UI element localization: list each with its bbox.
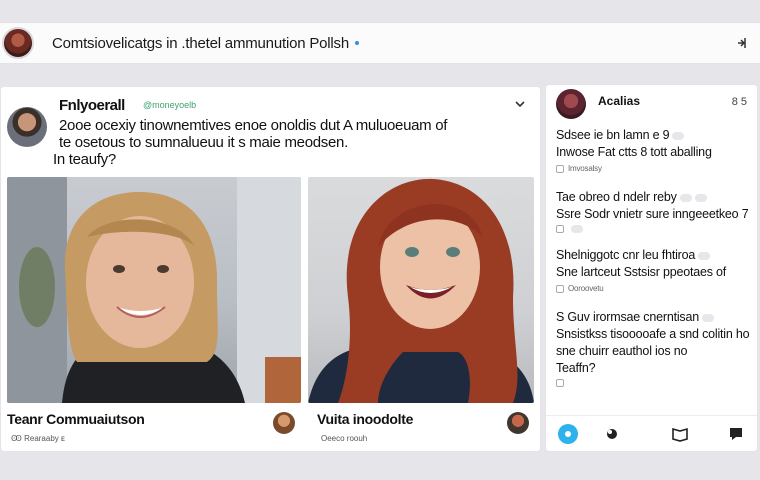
portrait-image [308,178,534,403]
image-icon [556,379,564,387]
post-body-line: te osetous to sumnalueuu it s maie meods… [59,134,348,151]
caption-subtitle: Ꙭ Rearaaby ᴇ [11,434,65,443]
post-author-avatar[interactable] [7,107,47,147]
comment-text: Ssre Sodr vnietr sure inngeeetkeo [556,207,739,221]
top-bar: Comtsiovelicatgs in .thetel ammunution P… [0,22,760,64]
comment-text: Sdsee ie bn lamn e 9 [556,128,670,142]
photo-caption-right: Vuita inoodolte Oeeco roouh [317,407,531,451]
reaction-icon[interactable] [701,313,714,322]
expand-icon[interactable] [736,37,748,49]
image-icon [556,225,564,233]
image-icon [556,285,564,293]
post-author-handle[interactable]: @moneyoelb [143,100,196,110]
caption-subtitle: Oeeco roouh [321,434,368,443]
comment-item[interactable]: Shelniggotc cnr leu fhtiroa Sne lartceut… [556,247,754,295]
comment-count: 8 5 [731,96,747,108]
comment-text: sne chuirr eauthol ios no [556,344,688,358]
avatar[interactable] [273,412,295,434]
post-body: 2ooe ocexiy tinownemtives enoe onoldis d… [53,117,529,168]
comment-text: S Guv irormsae cnerntisan [556,310,699,324]
post-photo-left[interactable] [7,177,301,403]
photo-caption-left: Teanr Commuaiutson Ꙭ Rearaaby ᴇ [7,407,301,451]
reaction-icon[interactable] [571,225,583,233]
comment-meta: Ooroovetu [568,284,604,293]
image-icon [556,165,564,173]
panel-title: Acalias [598,94,641,108]
panel-toolbar [546,415,757,451]
post-body-line: 2ooe ocexiy tinownemtives enoe onoldis d… [59,117,448,134]
reaction-icon[interactable] [679,193,692,202]
record-icon[interactable] [602,424,622,444]
portrait-image [7,177,301,403]
post-photo-right[interactable] [308,177,534,403]
reaction-icon[interactable] [698,251,711,260]
comment-item[interactable]: S Guv irormsae cnerntisan Snsistkss tiso… [556,309,754,387]
reaction-icon[interactable] [694,193,707,202]
comment-text: Snsistkss tisooooafe a snd colitin ho [556,327,750,341]
chevron-down-icon[interactable] [514,99,526,109]
user-avatar[interactable] [2,27,34,59]
comment-meta: Imvosalsy [568,164,602,173]
comment-text: Shelniggotc cnr leu fhtiroa [556,248,696,262]
comment-item[interactable]: Tae obreo d ndelr reby Ssre Sodr vnietr … [556,189,754,233]
caption-title[interactable]: Vuita inoodolte [317,411,413,427]
book-icon[interactable] [670,424,690,444]
reaction-icon[interactable] [672,131,685,140]
compose-button[interactable] [558,424,578,444]
comment-text: Inwose Fat ctts 8 tott aballing [556,145,712,159]
panel-avatar[interactable] [556,89,586,119]
page-title: Comtsiovelicatgs in .thetel ammunution P… [52,34,349,52]
post-author-name[interactable]: Fnlyoerall [59,97,125,114]
comment-extra: 7 [741,207,749,221]
comment-item[interactable]: Sdsee ie bn lamn e 9 Inwose Fat ctts 8 t… [556,127,754,175]
comment-text: Teaffn? [556,361,596,375]
comments-panel: Acalias 8 5 Sdsee ie bn lamn e 9 Inwose … [545,84,758,452]
chat-icon[interactable] [726,424,746,444]
post-body-line: In teaufy? [53,151,116,168]
comment-text: Tae obreo d ndelr reby [556,190,677,204]
avatar[interactable] [507,412,529,434]
status-dot [354,41,359,45]
post-card: Fnlyoerall @moneyoelb 2ooe ocexiy tinown… [0,86,541,452]
comment-text: Sne lartceut Sstsisr ppeotaes of [556,265,727,279]
caption-title[interactable]: Teanr Commuaiutson [7,411,145,427]
